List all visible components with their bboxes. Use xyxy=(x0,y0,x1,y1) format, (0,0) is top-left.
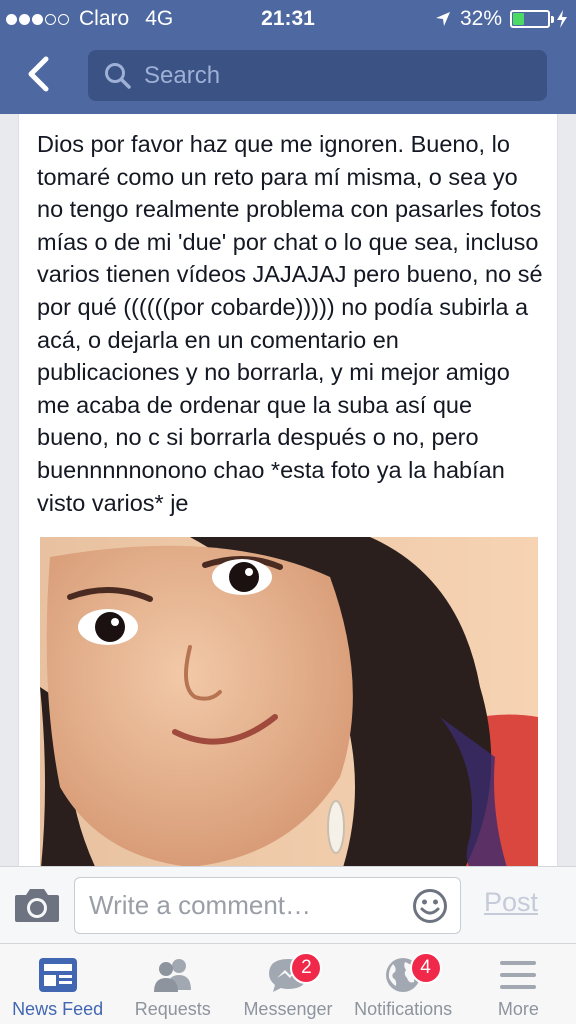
emoji-smiley-icon[interactable] xyxy=(412,888,448,924)
nav-bar xyxy=(0,38,576,114)
post-card: Dios por favor haz que me ignoren. Bueno… xyxy=(18,114,558,866)
location-arrow-icon xyxy=(435,12,450,26)
comment-bar: Post xyxy=(0,866,576,944)
status-bar: Claro 4G 21:31 32% xyxy=(0,0,576,38)
app-header: Claro 4G 21:31 32% xyxy=(0,0,576,114)
network-type: 4G xyxy=(145,7,174,30)
news-feed-icon xyxy=(38,958,77,992)
tab-notifications[interactable]: 4 Notifications xyxy=(346,944,461,1024)
chevron-left-icon xyxy=(28,56,49,92)
tab-label: Notifications xyxy=(354,999,453,1019)
charging-bolt-icon xyxy=(557,10,567,28)
signal-strength-icon xyxy=(6,13,71,25)
friend-requests-icon xyxy=(153,959,191,992)
comment-field[interactable] xyxy=(74,877,461,934)
photo-illustration xyxy=(40,537,538,866)
tab-label: News Feed xyxy=(12,999,104,1019)
tab-messenger[interactable]: 2 Messenger xyxy=(230,944,345,1024)
battery-percent: 32% xyxy=(459,7,502,30)
search-input[interactable] xyxy=(144,61,524,90)
notifications-badge: 4 xyxy=(409,952,442,984)
tab-more[interactable]: More xyxy=(461,944,576,1024)
camera-icon[interactable] xyxy=(14,887,60,923)
status-right: 32% xyxy=(434,7,568,31)
post-photo[interactable] xyxy=(40,537,538,866)
comment-input[interactable] xyxy=(89,890,399,921)
tab-label: Messenger xyxy=(243,999,333,1019)
tab-label: Requests xyxy=(134,999,211,1019)
tab-bar: News Feed Requests 2 Messenger 4 Notific… xyxy=(0,944,576,1024)
search-icon xyxy=(105,62,131,89)
tab-news-feed[interactable]: News Feed xyxy=(0,944,115,1024)
post-comment-button[interactable]: Post xyxy=(484,887,538,918)
battery-icon xyxy=(510,10,554,28)
tab-label: More xyxy=(497,999,539,1019)
carrier-name: Claro xyxy=(79,7,130,30)
back-button[interactable] xyxy=(16,52,60,96)
battery-fill xyxy=(513,13,524,25)
search-bar[interactable] xyxy=(88,50,547,101)
post-text: Dios por favor haz que me ignoren. Bueno… xyxy=(37,131,543,516)
tab-requests[interactable]: Requests xyxy=(115,944,230,1024)
menu-icon xyxy=(500,961,537,989)
status-left: Claro 4G xyxy=(6,7,173,31)
messenger-badge: 2 xyxy=(290,952,323,984)
